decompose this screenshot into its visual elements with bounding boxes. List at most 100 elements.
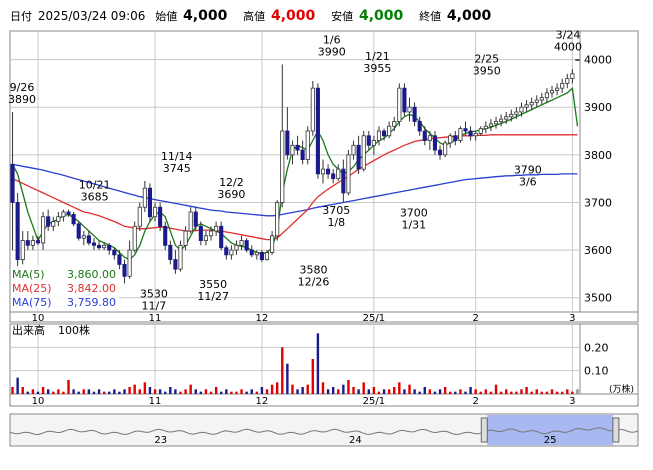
candle-body bbox=[376, 130, 382, 141]
candle-body bbox=[295, 144, 300, 151]
candle-body bbox=[234, 244, 239, 251]
volume-axis-frame bbox=[579, 323, 639, 395]
candle-body bbox=[81, 235, 86, 239]
price-tick-label: 3700 bbox=[584, 196, 612, 209]
volume-bar bbox=[250, 389, 253, 394]
volume-bar bbox=[520, 389, 523, 394]
volume-bar bbox=[566, 389, 569, 394]
volume-bar bbox=[357, 389, 360, 394]
candle-body bbox=[198, 225, 203, 241]
candle-body bbox=[30, 240, 35, 246]
candle-body bbox=[132, 225, 137, 251]
volume-bar bbox=[337, 389, 340, 394]
volume-bar bbox=[499, 391, 503, 394]
volume-bar bbox=[92, 391, 96, 394]
volume-bar bbox=[108, 391, 111, 394]
volume-bar bbox=[77, 391, 80, 394]
candle-body bbox=[56, 216, 61, 222]
volume-bar bbox=[479, 391, 482, 394]
month-tick-label: 10 bbox=[32, 313, 45, 324]
volume-bar bbox=[102, 391, 106, 394]
annotation-price: 3690 bbox=[217, 188, 245, 201]
month-tick-label: 11 bbox=[149, 313, 162, 324]
price-tick-label: 3800 bbox=[584, 149, 612, 162]
candle-body bbox=[183, 230, 188, 246]
volume-bar bbox=[311, 359, 315, 394]
candle-body bbox=[478, 128, 483, 134]
ma-legend-name: MA(25) bbox=[12, 282, 52, 295]
volume-bar bbox=[428, 389, 432, 394]
volume-bar bbox=[260, 387, 264, 394]
candle-body bbox=[356, 144, 361, 170]
candle-body bbox=[341, 168, 346, 194]
candle-body bbox=[422, 130, 427, 141]
chart-frames bbox=[9, 30, 639, 407]
candle-body bbox=[147, 187, 153, 218]
annotation-date: 11/7 bbox=[142, 299, 167, 312]
stock-chart-widget: 日付 2025/03/24 09:06 始値 4,000 高値 4,000 安値… bbox=[0, 0, 653, 470]
candle-body bbox=[15, 202, 20, 261]
range-navigator[interactable]: 23 24 25 bbox=[9, 413, 639, 447]
volume-tick-label: 0.20 bbox=[584, 341, 609, 354]
volume-bar bbox=[143, 382, 147, 394]
volume-bar bbox=[291, 384, 294, 394]
volume-bar bbox=[372, 387, 376, 394]
volume-bar bbox=[352, 387, 355, 394]
candle-body bbox=[66, 211, 71, 215]
candle-body bbox=[46, 216, 51, 227]
candle-body bbox=[387, 125, 392, 137]
candle-body bbox=[443, 142, 448, 156]
candle-body bbox=[259, 252, 264, 261]
volume-bar bbox=[62, 391, 65, 394]
annotation-date: 1/8 bbox=[327, 216, 345, 229]
chart-canvas[interactable]: 350036003700380039004000 9/26389010/2136… bbox=[0, 0, 653, 470]
candle-body bbox=[448, 135, 453, 144]
annotation-price: 3990 bbox=[318, 45, 346, 58]
candle-body bbox=[493, 121, 499, 125]
navigator-right-handle[interactable] bbox=[612, 417, 620, 443]
volume-bar bbox=[540, 391, 544, 394]
volume-month-tick-label: 11 bbox=[149, 396, 162, 407]
volume-bar bbox=[393, 387, 396, 394]
candle-body bbox=[91, 242, 97, 246]
volume-bar bbox=[21, 387, 24, 394]
candle-body bbox=[35, 240, 41, 244]
volume-bar bbox=[525, 387, 528, 394]
volume-bar bbox=[52, 391, 55, 394]
candle-body bbox=[539, 97, 544, 101]
volume-month-tick-label: 10 bbox=[32, 396, 45, 407]
price-tick-label: 3500 bbox=[584, 292, 612, 305]
volume-bar bbox=[204, 389, 208, 394]
volume-bar bbox=[438, 389, 442, 394]
volume-bar bbox=[174, 389, 177, 394]
candle-body bbox=[264, 252, 270, 261]
candle-body bbox=[203, 235, 208, 241]
navigator-left-handle[interactable] bbox=[480, 417, 488, 443]
volume-month-band bbox=[9, 393, 639, 407]
volume-bar bbox=[194, 389, 197, 394]
candle-body bbox=[468, 130, 473, 137]
volume-bar bbox=[41, 387, 45, 394]
volume-bar bbox=[505, 389, 508, 394]
volume-bar bbox=[555, 391, 559, 394]
volume-bar bbox=[550, 389, 554, 394]
volume-bar bbox=[433, 391, 437, 394]
volume-bar bbox=[72, 389, 75, 394]
candle-body bbox=[407, 106, 412, 113]
volume-bar bbox=[545, 391, 549, 394]
volume-bar bbox=[377, 391, 381, 394]
month-tick-label: 12 bbox=[256, 313, 269, 324]
volume-bar bbox=[281, 347, 284, 394]
candle-body bbox=[71, 213, 76, 225]
candle-body bbox=[193, 211, 198, 227]
volume-bar bbox=[31, 389, 35, 394]
candle-body bbox=[570, 73, 575, 80]
volume-bar bbox=[255, 391, 259, 394]
volume-bar bbox=[326, 389, 330, 394]
volume-bar bbox=[571, 391, 574, 394]
price-tick-label: 4000 bbox=[584, 54, 612, 67]
candle-body bbox=[102, 244, 107, 249]
month-tick-label: 3 bbox=[569, 313, 575, 324]
volume-bar bbox=[408, 384, 411, 394]
volume-tick-label: 0.10 bbox=[584, 365, 609, 378]
